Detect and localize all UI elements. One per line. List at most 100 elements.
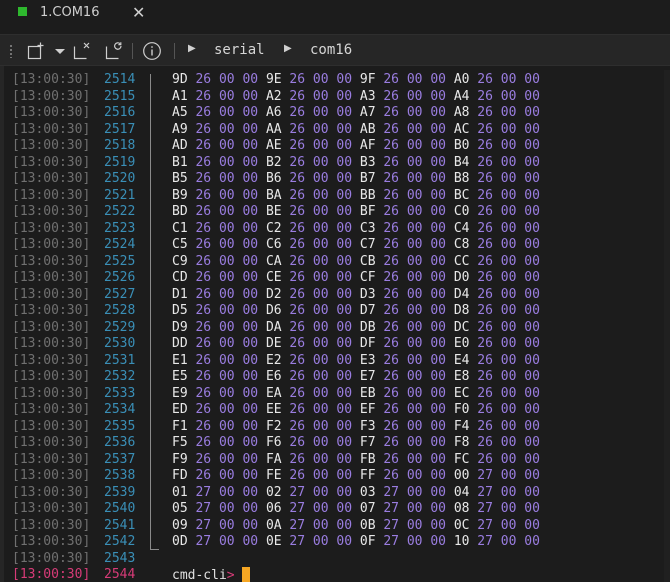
hex-byte: 27 [477,534,493,549]
hex-byte: 27 [477,501,493,516]
close-session-icon[interactable] [72,41,92,61]
hex-byte: DB [359,319,376,335]
hex-byte: 9E [265,72,282,87]
hex-byte: 00 [312,286,329,302]
command-prompt[interactable]: cmd-cli> [172,567,250,582]
hex-byte: 00 [500,385,517,401]
line-number: 2521 [104,187,136,203]
hex-bytes: 09 27 00 00 0A 27 00 00 0B 27 00 00 0C 2… [172,518,540,535]
line-number: 2527 [104,286,136,302]
hex-byte: 26 [195,220,212,236]
reconnect-icon[interactable] [104,41,124,61]
hex-byte: FC [453,451,470,467]
hex-byte: 10 [453,534,470,549]
hex-byte: 26 [195,72,212,87]
timestamp: [13:00:30] [12,270,91,285]
line-number: 2544 [104,567,136,582]
hex-byte: 26 [383,270,400,285]
hex-byte: 00 [336,336,353,351]
timestamp: [13:00:30] [12,253,91,269]
hex-byte: 00 [406,534,423,549]
line-number: 2523 [104,220,136,236]
hex-byte: 00 [430,319,446,335]
hex-byte: BC [453,187,470,203]
hex-byte: 00 [406,187,423,203]
hex-byte: 00 [500,237,517,252]
hex-byte: 00 [524,352,540,368]
hex-byte: 00 [242,501,259,516]
hex-bytes: F9 26 00 00 FA 26 00 00 FB 26 00 00 FC 2… [172,452,540,469]
hex-byte: 26 [195,154,212,170]
hex-byte: 00 [218,501,235,516]
hex-byte: 26 [195,402,212,417]
hex-byte: C8 [453,237,470,252]
hex-byte: 26 [289,385,306,401]
hex-byte: 00 [312,336,329,351]
hex-byte: 00 [430,204,446,219]
hex-byte: 00 [430,369,446,384]
dropdown-chevron-icon[interactable] [50,41,70,61]
hex-byte: 00 [406,385,423,401]
hex-byte: 00 [242,468,259,483]
new-window-icon[interactable] [26,41,46,61]
toolbar-grip-icon[interactable] [9,44,13,58]
hex-byte: 00 [218,138,235,153]
hex-byte: 00 [430,138,446,153]
timestamp: [13:00:30] [12,550,91,566]
breadcrumb-serial[interactable]: serial [214,42,265,58]
hex-byte: 00 [430,501,446,516]
hex-byte: C0 [453,204,470,219]
terminal-output[interactable]: [13:00:30] 2514 9D 26 00 00 9E 26 00 00 9F… [0,70,670,582]
hex-byte: 26 [195,418,212,434]
hex-byte: 00 [218,369,235,384]
hex-bytes: F5 26 00 00 F6 26 00 00 F7 26 00 00 F8 2… [172,435,540,452]
tab-com16[interactable]: 1.COM16 ✕ [0,0,165,30]
hex-byte: 00 [242,534,259,549]
hex-byte: 00 [406,484,423,500]
hex-byte: E5 [172,369,188,384]
hex-byte: 00 [336,220,353,236]
hex-bytes: E9 26 00 00 EA 26 00 00 EB 26 00 00 EC 2… [172,386,540,403]
hex-byte: 00 [336,286,353,302]
hex-byte: 00 [524,501,540,516]
hex-byte: 26 [289,270,306,285]
hex-byte: 00 [500,336,517,351]
terminal-scrollbar[interactable] [664,70,670,582]
close-icon[interactable]: ✕ [132,3,145,22]
hex-byte: 00 [242,204,259,219]
hex-byte: 26 [289,72,306,87]
hex-byte: 00 [336,88,353,104]
hex-byte: 00 [242,418,259,434]
hex-byte: 00 [218,352,235,368]
hex-byte: 00 [524,286,540,302]
hex-byte: 00 [218,220,235,236]
hex-byte: 26 [289,187,306,203]
hex-byte: 26 [383,105,400,120]
hex-byte: 26 [477,72,493,87]
breadcrumb-com16[interactable]: com16 [310,42,352,58]
hex-byte: 00 [500,154,517,170]
hex-byte: 00 [524,517,540,533]
hex-byte: F7 [359,435,376,450]
hex-byte: 26 [383,468,400,483]
hex-byte: D1 [172,286,188,302]
hex-byte: 00 [218,105,235,120]
prompt-text: cmd-cli [172,568,227,582]
hex-byte: B4 [453,154,470,170]
hex-byte: 00 [336,138,353,153]
hex-byte: 00 [218,418,235,434]
hex-byte: AB [359,121,376,137]
line-number: 2538 [104,468,136,483]
hex-byte: 26 [289,286,306,302]
hex-byte: 00 [336,237,353,252]
hex-byte: 26 [383,319,400,335]
hex-byte: 00 [524,451,540,467]
hex-byte: 00 [242,237,259,252]
info-icon[interactable] [142,41,162,61]
hex-byte: 00 [406,88,423,104]
hex-byte: E8 [453,369,470,384]
hex-byte: 00 [524,336,540,351]
timestamp: [13:00:30] [12,567,91,582]
hex-byte: 26 [289,138,306,153]
hex-byte: 00 [312,534,329,549]
